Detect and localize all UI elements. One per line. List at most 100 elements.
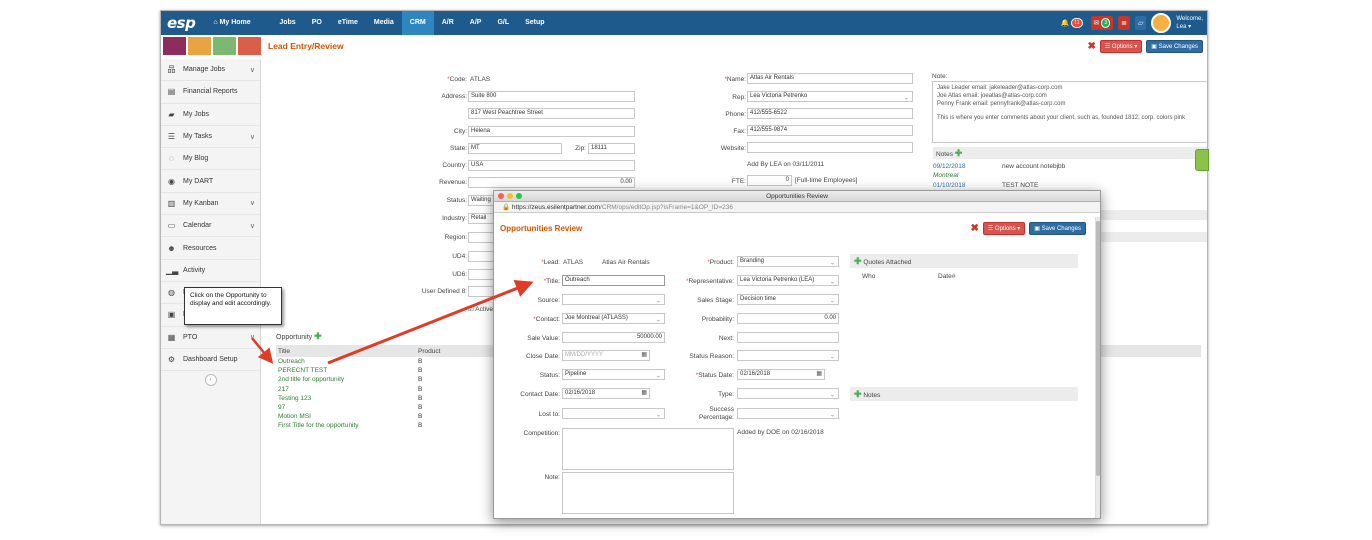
collapse-sidebar-button[interactable]: ‹ [204,374,217,387]
revenue-input[interactable]: 0.00 [468,177,635,188]
sidebar-item-dashboard-setup[interactable]: ⚙ Dashboard Setup [161,349,260,372]
added-by-text: Added by DOE on 02/16/2018 [737,429,824,436]
add-note-icon[interactable]: ✚ [955,148,963,158]
modal-options-button[interactable]: ☰ Options ▾ [982,222,1026,235]
nav-gl[interactable]: G/L [489,11,517,35]
sidebar-item-financial-reports[interactable]: ▤ Financial Reports [161,81,260,104]
state-input[interactable]: MT [468,143,562,154]
save-changes-button[interactable]: ▣ Save Changes [1146,40,1203,53]
modal-scrollbar[interactable] [1095,217,1100,518]
contact-date-input[interactable]: 02/16/2018 ▦ [562,388,650,399]
city-input[interactable]: Helena [468,126,635,137]
nav-etime[interactable]: eTime [330,11,366,35]
status-label: Status: [539,372,560,379]
minimize-window-icon[interactable] [507,193,513,199]
avatar[interactable] [1151,13,1172,33]
status-date-input[interactable]: 02/16/2018 ▦ [737,369,825,380]
modal-scrollbar-thumb[interactable] [1096,221,1100,476]
swatch-3[interactable] [213,37,236,55]
nav-ar[interactable]: A/R [434,11,462,35]
sidebar-item-my-blog[interactable]: ◌ My Blog [161,148,260,171]
nav-crm[interactable]: CRM [401,11,434,35]
product-select[interactable]: Branding [737,256,839,267]
swatch-2[interactable] [188,37,211,55]
sidebar-item-manage-jobs[interactable]: 品 Manage Jobs ∨ [161,59,260,82]
swatch-1[interactable] [163,37,186,55]
note-textarea[interactable] [562,472,734,514]
database-button[interactable]: ≣ [1118,16,1131,30]
nav-ap[interactable]: A/P [462,11,490,35]
calendar-icon[interactable]: ▦ [641,351,647,360]
rep-label: Rep: [732,94,746,101]
add-note-icon[interactable]: ✚ [854,389,862,399]
sidebar-item-my-tasks[interactable]: ☰ My Tasks ∨ [161,126,260,149]
chevron-down-icon: ∨ [249,133,255,141]
nav-media[interactable]: Media [366,11,402,35]
close-icon[interactable]: ✖ [970,223,978,234]
name-input[interactable]: Atlas Air Rentals [747,73,913,84]
mail-button[interactable]: ✉ 3 [1090,16,1114,30]
address-line1-input[interactable]: Suite 800 [468,91,635,102]
org-chart-icon: 品 [167,65,176,75]
esp-logo[interactable]: esp [161,14,205,32]
contact-select[interactable]: Joe Montreal (ATLASS) [562,313,665,324]
nav-po[interactable]: PO [304,11,330,35]
sidebar-item-resources[interactable]: ☻ Resources [161,237,260,260]
side-panel-handle[interactable] [1195,149,1209,171]
next-input[interactable] [737,332,839,343]
options-button[interactable]: ☰ Options ▾ [1099,40,1143,53]
revenue-label: Revenue: [439,179,467,186]
nav-my-home[interactable]: ⌂ My Home [205,11,271,35]
calendar-icon[interactable]: ▦ [816,370,822,379]
alerts-button[interactable]: 🔔 11 [1058,16,1086,30]
sidebar-item-my-jobs[interactable]: ▰ My Jobs [161,104,260,126]
opportunities-review-modal: Opportunities Review 🔒 https://zeus.esil… [493,190,1101,519]
notepad-button[interactable]: ▱ [1135,16,1147,30]
note-textarea[interactable]: Jake Leader email: jakeleader@atlas-corp… [932,81,1207,143]
close-window-icon[interactable] [498,193,504,199]
status-reason-select[interactable] [737,350,839,361]
sidebar-item-my-dart[interactable]: ◉ My DART [161,170,260,193]
nav-jobs[interactable]: Jobs [271,11,303,35]
fte-input[interactable]: 0 [747,175,792,186]
source-select[interactable] [562,294,665,305]
sidebar-item-activity[interactable]: ▁▃ Activity [161,260,260,282]
sidebar-item-calendar[interactable]: ▭ Calendar ∨ [161,215,260,238]
close-date-input[interactable]: MM/DD/YYYY ▦ [562,350,650,361]
sale-value-input[interactable]: 50000.00 [562,332,665,343]
swatch-4[interactable] [238,37,261,55]
url-bar[interactable]: 🔒 https://zeus.esilentpartner.com/CRM/op… [494,202,1100,213]
nav-setup[interactable]: Setup [517,11,552,35]
status-select[interactable]: Pipeline [562,369,665,380]
fax-label: Fax: [733,128,746,135]
country-input[interactable]: USA [468,160,635,171]
add-quote-icon[interactable]: ✚ [854,256,862,266]
sales-stage-select[interactable]: Decision time [737,294,839,305]
modal-save-changes-button[interactable]: ▣ Save Changes [1029,222,1086,235]
welcome-menu[interactable]: Welcome, Lea ▾ [1176,15,1203,31]
success-percentage-select[interactable] [737,408,839,419]
website-input[interactable] [747,142,913,153]
phone-input[interactable]: 412/555-6522 [747,108,913,119]
chevron-down-icon: ∨ [249,222,255,230]
zip-input[interactable]: 18111 [588,143,635,154]
add-opportunity-icon[interactable]: ✚ [314,331,322,341]
note-entry-date[interactable]: 01/10/2018 [933,182,966,189]
competition-textarea[interactable] [562,428,734,470]
rep-select[interactable]: Lea Victoria Petrenko [747,91,913,102]
calendar-icon[interactable]: ▦ [641,389,647,398]
fax-input[interactable]: 412/555-9874 [747,125,913,136]
maximize-window-icon[interactable] [516,193,522,199]
address-line2-input[interactable]: 817 West Peachtree Street [468,108,635,119]
note-entry-date[interactable]: 09/12/2018 [933,163,966,170]
sidebar-item-pto[interactable]: ▦ PTO ∨ [161,327,260,349]
mail-icon: ✉ [1093,20,1100,27]
representative-select[interactable]: Lea Victoria Petrenko (LEA) [737,275,839,286]
probability-label: Probability: [701,316,734,323]
probability-input[interactable]: 0.00 [737,313,839,324]
sidebar-item-my-kanban[interactable]: ▥ My Kanban ∨ [161,193,260,216]
close-icon[interactable]: ✖ [1087,41,1095,52]
type-select[interactable] [737,388,839,399]
title-input[interactable]: Outreach [562,275,665,286]
lost-to-select[interactable] [562,408,665,419]
